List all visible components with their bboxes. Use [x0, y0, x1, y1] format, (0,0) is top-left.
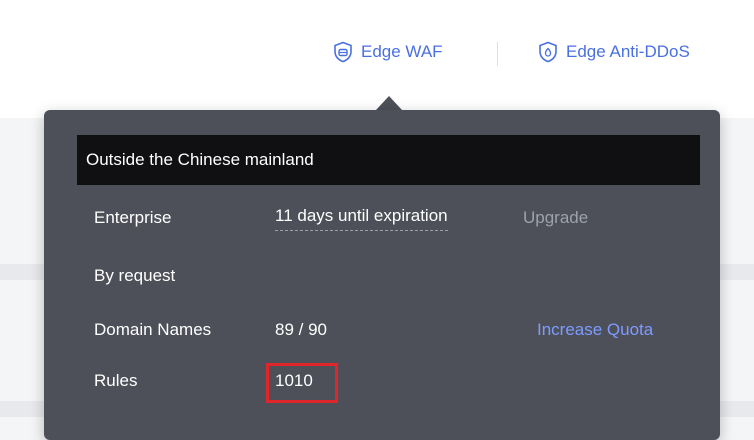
domain-names-label: Domain Names: [94, 320, 212, 339]
domain-names-quota: 89 / 90: [275, 320, 327, 339]
billing-row: By request: [0, 262, 754, 290]
nav-item-label: Edge WAF: [361, 42, 443, 61]
domain-names-row: Domain Names 89 / 90 Increase Quota: [0, 316, 754, 344]
rules-count-highlight: [266, 363, 338, 403]
popover-arrow: [376, 96, 402, 110]
nav-divider: [497, 42, 498, 66]
nav-item-label: Edge Anti-DDoS: [566, 42, 690, 61]
shield-icon: [538, 41, 558, 63]
increase-quota-link[interactable]: Increase Quota: [537, 316, 653, 344]
edition-label: Enterprise: [94, 208, 172, 227]
edition-row: Enterprise 11 days until expiration Upgr…: [0, 204, 754, 232]
nav-item-edge-anti-ddos[interactable]: Edge Anti-DDoS: [538, 40, 690, 64]
region-heading: Outside the Chinese mainland: [77, 135, 700, 185]
rules-row: Rules 1010: [0, 367, 754, 395]
upgrade-link[interactable]: Upgrade: [523, 204, 588, 232]
rules-label: Rules: [94, 371, 138, 390]
expiration-status[interactable]: 11 days until expiration: [275, 204, 448, 231]
nav-item-edge-waf[interactable]: Edge WAF: [333, 40, 443, 64]
shield-icon: [333, 41, 353, 63]
billing-mode-label: By request: [94, 266, 176, 285]
top-navigation-bar: Edge WAF Edge Anti-DDoS: [0, 0, 754, 118]
